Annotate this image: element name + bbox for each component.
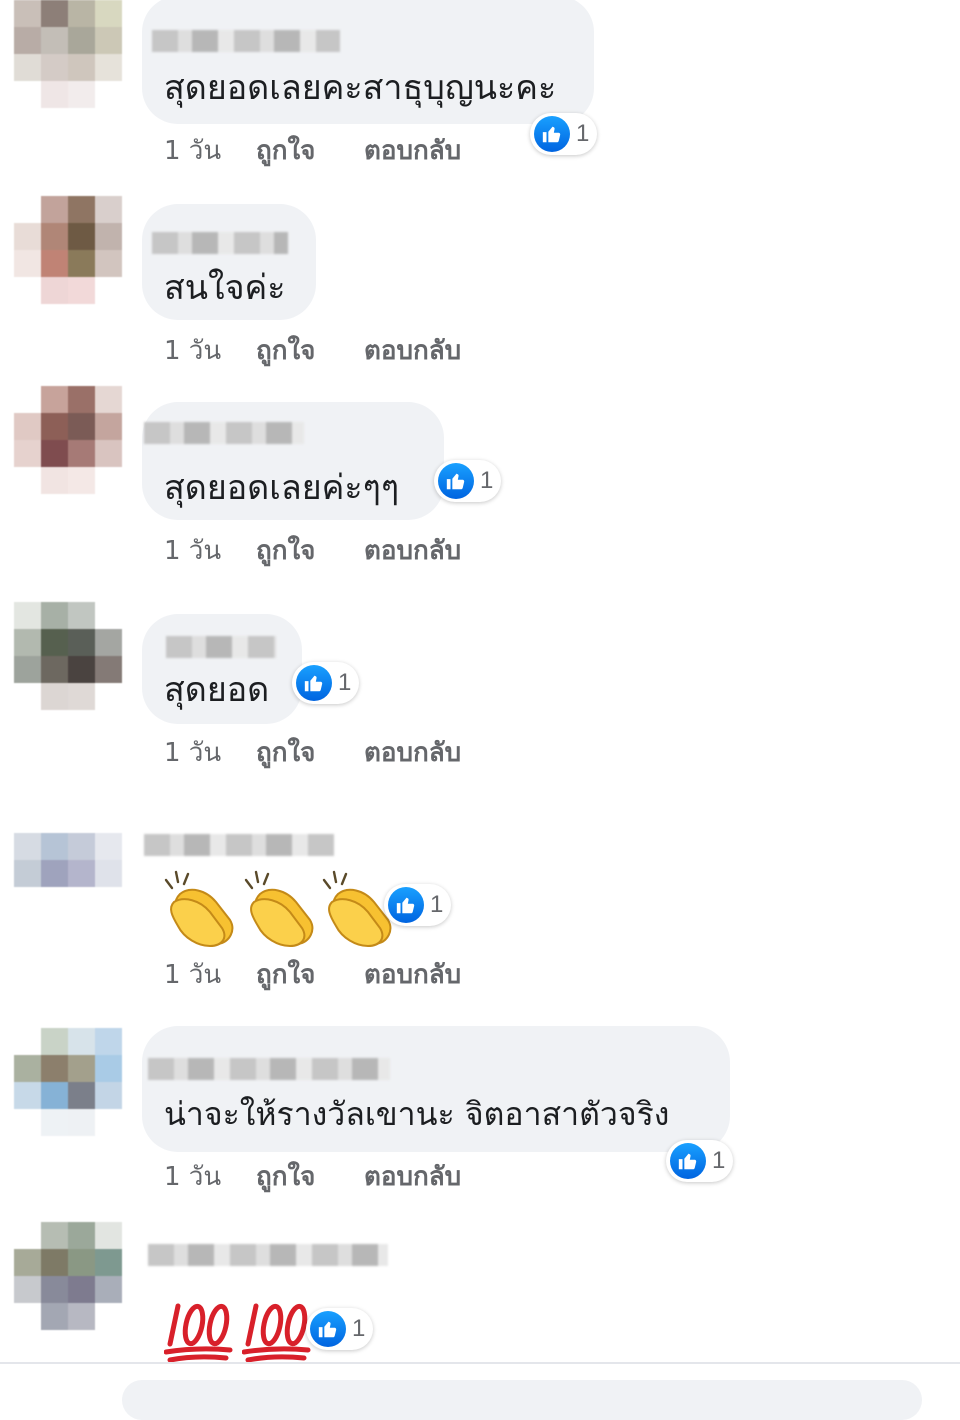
hundred-points-emoji bbox=[242, 1303, 311, 1363]
hundred-points-emoji bbox=[164, 1303, 233, 1363]
reaction-count: 1 bbox=[712, 1147, 726, 1174]
thumbs-up-icon bbox=[438, 463, 474, 499]
comment-input-bar[interactable] bbox=[122, 1380, 922, 1420]
like-button[interactable]: ถูกใจ bbox=[256, 954, 364, 995]
comment-actions: 1 วัน ถูกใจ ตอบกลับ bbox=[164, 330, 461, 371]
reply-button[interactable]: ตอบกลับ bbox=[364, 954, 461, 995]
comment-actions: 1 วัน ถูกใจ ตอบกลับ bbox=[164, 732, 461, 773]
comment-text: สุดยอดเลยค่ะๆๆ bbox=[164, 468, 400, 508]
reaction-summary[interactable]: 1 bbox=[384, 884, 452, 926]
thumbs-up-icon bbox=[534, 116, 570, 152]
avatar[interactable] bbox=[14, 1028, 122, 1136]
reaction-count: 1 bbox=[352, 1315, 366, 1342]
like-button[interactable]: ถูกใจ bbox=[256, 330, 364, 371]
timestamp[interactable]: 1 วัน bbox=[164, 330, 256, 371]
like-button[interactable]: ถูกใจ bbox=[256, 130, 364, 171]
avatar[interactable] bbox=[14, 196, 122, 304]
author-name-blurred[interactable] bbox=[148, 1244, 388, 1266]
reply-button[interactable]: ตอบกลับ bbox=[364, 732, 461, 773]
avatar[interactable] bbox=[14, 806, 122, 914]
comment-text: สนใจค่ะ bbox=[164, 268, 286, 308]
comment-actions: 1 วัน ถูกใจ ตอบกลับ bbox=[164, 530, 461, 571]
reply-button[interactable]: ตอบกลับ bbox=[364, 330, 461, 371]
like-button[interactable]: ถูกใจ bbox=[256, 732, 364, 773]
reply-button[interactable]: ตอบกลับ bbox=[364, 130, 461, 171]
thumbs-up-icon bbox=[296, 665, 332, 701]
thumbs-up-icon bbox=[388, 887, 424, 923]
reaction-summary[interactable]: 1 bbox=[666, 1140, 734, 1182]
reaction-summary[interactable]: 1 bbox=[306, 1308, 374, 1350]
like-button[interactable]: ถูกใจ bbox=[256, 530, 364, 571]
timestamp[interactable]: 1 วัน bbox=[164, 530, 256, 571]
comment-text: สุดยอด bbox=[164, 670, 270, 710]
author-name-blurred[interactable] bbox=[144, 422, 304, 444]
comment-actions: 1 วัน ถูกใจ ตอบกลับ bbox=[164, 1156, 461, 1197]
clapping-hands-emoji bbox=[244, 870, 314, 948]
author-name-blurred[interactable] bbox=[152, 232, 288, 254]
reaction-count: 1 bbox=[430, 891, 444, 918]
comment-actions: 1 วัน ถูกใจ ตอบกลับ bbox=[164, 130, 461, 171]
avatar[interactable] bbox=[14, 1222, 122, 1330]
author-name-blurred[interactable] bbox=[166, 636, 276, 658]
comment-text: สุดยอดเลยคะสาธุบุญนะคะ bbox=[164, 68, 557, 108]
reaction-summary[interactable]: 1 bbox=[530, 113, 598, 155]
author-name-blurred[interactable] bbox=[144, 834, 334, 856]
reply-button[interactable]: ตอบกลับ bbox=[364, 1156, 461, 1197]
thumbs-up-icon bbox=[310, 1311, 346, 1347]
reaction-summary[interactable]: 1 bbox=[434, 460, 502, 502]
thumbs-up-icon bbox=[670, 1143, 706, 1179]
avatar[interactable] bbox=[14, 602, 122, 710]
timestamp[interactable]: 1 วัน bbox=[164, 732, 256, 773]
clapping-hands-emoji bbox=[164, 870, 234, 948]
comment-text: น่าจะให้รางวัลเขานะ จิตอาสาตัวจริง bbox=[164, 1095, 670, 1133]
avatar[interactable] bbox=[14, 0, 122, 108]
timestamp[interactable]: 1 วัน bbox=[164, 130, 256, 171]
reply-button[interactable]: ตอบกลับ bbox=[364, 530, 461, 571]
like-button[interactable]: ถูกใจ bbox=[256, 1156, 364, 1197]
author-name-blurred[interactable] bbox=[152, 30, 340, 52]
reaction-summary[interactable]: 1 bbox=[292, 662, 360, 704]
divider bbox=[0, 1362, 960, 1364]
comment-actions: 1 วัน ถูกใจ ตอบกลับ bbox=[164, 954, 461, 995]
reaction-count: 1 bbox=[576, 120, 590, 147]
avatar[interactable] bbox=[14, 386, 122, 494]
reaction-count: 1 bbox=[480, 467, 494, 494]
timestamp[interactable]: 1 วัน bbox=[164, 1156, 256, 1197]
author-name-blurred[interactable] bbox=[148, 1058, 390, 1080]
timestamp[interactable]: 1 วัน bbox=[164, 954, 256, 995]
reaction-count: 1 bbox=[338, 669, 352, 696]
